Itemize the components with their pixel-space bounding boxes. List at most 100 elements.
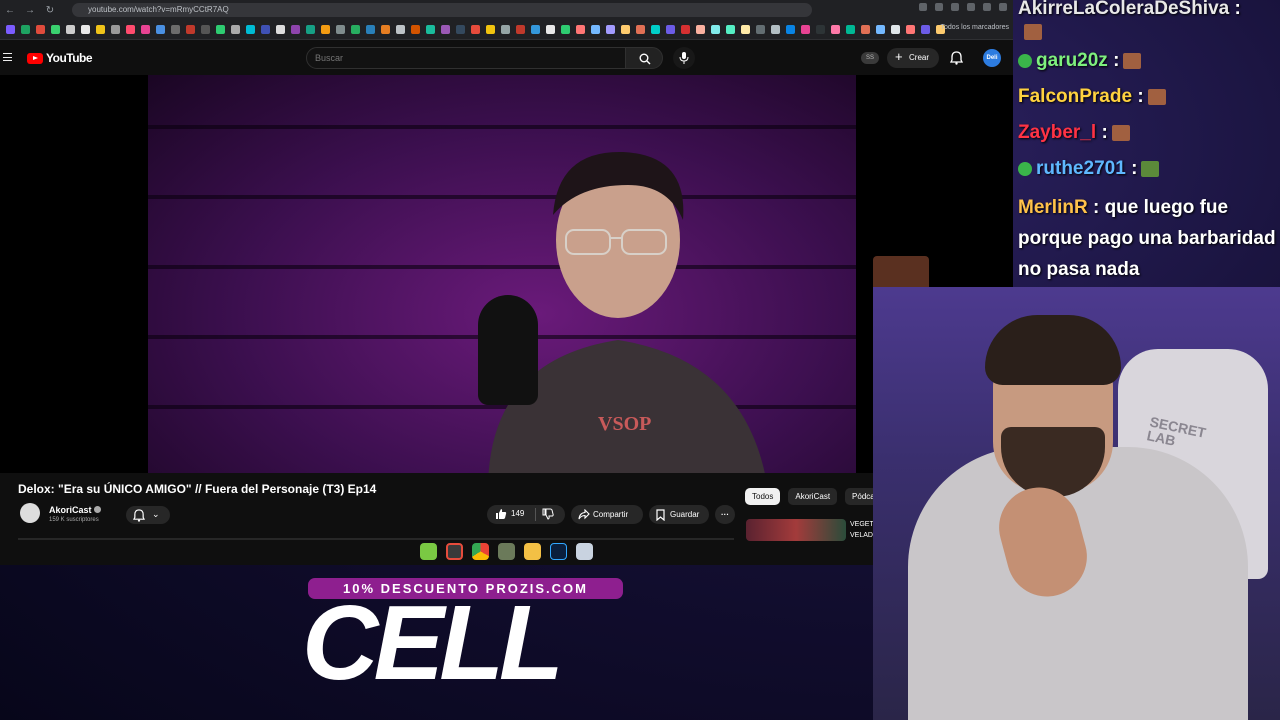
voice-search-button[interactable] xyxy=(673,47,695,69)
reload-icon[interactable]: ↻ xyxy=(40,5,60,16)
subscription-notification-button[interactable]: ⌄ xyxy=(126,506,170,524)
search-button[interactable] xyxy=(625,47,663,69)
bookmark-icon[interactable] xyxy=(411,25,420,34)
bookmark-icon[interactable] xyxy=(636,25,645,34)
bookmark-icon[interactable] xyxy=(126,25,135,34)
bookmark-icon[interactable] xyxy=(801,25,810,34)
bookmark-icon[interactable] xyxy=(681,25,690,34)
bookmark-icon[interactable] xyxy=(486,25,495,34)
url-field[interactable]: youtube.com/watch?v=mRmyCCtR7AQ xyxy=(72,3,812,17)
bookmark-icon[interactable] xyxy=(846,25,855,34)
all-bookmarks-label[interactable]: Todos los marcadores xyxy=(941,24,1009,31)
bookmark-icon[interactable] xyxy=(351,25,360,34)
save-button[interactable]: Guardar xyxy=(649,505,709,524)
bookmark-icon[interactable] xyxy=(771,25,780,34)
bell-icon[interactable] xyxy=(950,51,963,65)
bookmark-icon[interactable] xyxy=(186,25,195,34)
more-actions-button[interactable]: ··· xyxy=(715,505,735,524)
bookmark-icon[interactable] xyxy=(366,25,375,34)
bookmark-icon[interactable] xyxy=(741,25,750,34)
bookmark-icon[interactable] xyxy=(876,25,885,34)
bookmark-icon[interactable] xyxy=(156,25,165,34)
bookmark-icon[interactable] xyxy=(396,25,405,34)
channel-name[interactable]: AkoriCast xyxy=(49,505,92,515)
chip-channel[interactable]: AkoriCast xyxy=(788,488,838,505)
bookmark-icon[interactable] xyxy=(726,25,735,34)
bookmark-icon[interactable] xyxy=(171,25,180,34)
extension-icon[interactable] xyxy=(967,3,975,11)
back-icon[interactable]: ← xyxy=(0,5,20,16)
bookmark-icon[interactable] xyxy=(561,25,570,34)
thumbs-up-icon[interactable] xyxy=(495,508,507,520)
bookmark-icon[interactable] xyxy=(306,25,315,34)
app-icon[interactable] xyxy=(446,543,463,560)
extension-icon[interactable] xyxy=(935,3,943,11)
channel-avatar[interactable] xyxy=(20,503,40,523)
bookmark-icon[interactable] xyxy=(516,25,525,34)
bookmark-icon[interactable] xyxy=(6,25,15,34)
bookmark-icon[interactable] xyxy=(696,25,705,34)
bookmark-icon[interactable] xyxy=(756,25,765,34)
hamburger-menu-icon[interactable] xyxy=(3,53,12,61)
bookmark-icon[interactable] xyxy=(816,25,825,34)
bookmark-icon[interactable] xyxy=(576,25,585,34)
extension-icon[interactable] xyxy=(919,3,927,11)
bookmark-icon[interactable] xyxy=(66,25,75,34)
account-avatar[interactable]: Deli xyxy=(983,49,1001,67)
bookmark-icon[interactable] xyxy=(141,25,150,34)
folder-icon[interactable] xyxy=(524,543,541,560)
chrome-icon[interactable] xyxy=(472,543,489,560)
photoshop-icon[interactable] xyxy=(550,543,567,560)
bookmark-icon[interactable] xyxy=(891,25,900,34)
bookmark-icon[interactable] xyxy=(51,25,60,34)
extension-icon[interactable] xyxy=(983,3,991,11)
related-video-title[interactable]: VEGET VELAD xyxy=(850,519,874,541)
chip-todos[interactable]: Todos xyxy=(745,488,781,505)
search-input[interactable] xyxy=(306,47,626,69)
bookmark-icon[interactable] xyxy=(606,25,615,34)
bookmark-icon[interactable] xyxy=(426,25,435,34)
bookmark-icon[interactable] xyxy=(456,25,465,34)
youtube-logo[interactable]: YouTube xyxy=(27,51,93,65)
bookmark-icon[interactable] xyxy=(711,25,720,34)
extension-icon[interactable] xyxy=(999,3,1007,11)
bookmark-icon[interactable] xyxy=(291,25,300,34)
bookmark-icon[interactable] xyxy=(246,25,255,34)
bookmark-icon[interactable] xyxy=(621,25,630,34)
share-button[interactable]: Compartir xyxy=(571,505,643,524)
bookmark-icon[interactable] xyxy=(81,25,90,34)
bookmark-icon[interactable] xyxy=(216,25,225,34)
bookmark-icon[interactable] xyxy=(276,25,285,34)
bookmark-icon[interactable] xyxy=(111,25,120,34)
thumbs-down-icon[interactable] xyxy=(542,508,554,520)
bookmark-icon[interactable] xyxy=(261,25,270,34)
extension-badge[interactable]: SS xyxy=(861,52,879,64)
bookmark-icon[interactable] xyxy=(531,25,540,34)
extension-icon[interactable] xyxy=(951,3,959,11)
bookmark-icon[interactable] xyxy=(36,25,45,34)
bookmark-icon[interactable] xyxy=(201,25,210,34)
bookmark-icon[interactable] xyxy=(381,25,390,34)
bookmark-icon[interactable] xyxy=(546,25,555,34)
forward-icon[interactable]: → xyxy=(20,5,40,16)
app-icon[interactable] xyxy=(576,543,593,560)
bookmark-icon[interactable] xyxy=(321,25,330,34)
bookmark-icon[interactable] xyxy=(591,25,600,34)
bookmark-icon[interactable] xyxy=(231,25,240,34)
video-player[interactable]: VSOP xyxy=(0,75,1013,473)
bookmark-icon[interactable] xyxy=(21,25,30,34)
create-button[interactable]: Crear xyxy=(887,47,939,68)
bookmark-icon[interactable] xyxy=(861,25,870,34)
related-video-thumbnail[interactable] xyxy=(746,519,846,541)
app-icon[interactable] xyxy=(420,543,437,560)
bookmark-icon[interactable] xyxy=(651,25,660,34)
bookmark-icon[interactable] xyxy=(921,25,930,34)
bookmark-icon[interactable] xyxy=(96,25,105,34)
bookmark-icon[interactable] xyxy=(831,25,840,34)
app-icon[interactable] xyxy=(498,543,515,560)
bookmark-icon[interactable] xyxy=(336,25,345,34)
bookmark-icon[interactable] xyxy=(471,25,480,34)
bookmark-icon[interactable] xyxy=(786,25,795,34)
bookmark-icon[interactable] xyxy=(906,25,915,34)
bookmark-icon[interactable] xyxy=(666,25,675,34)
